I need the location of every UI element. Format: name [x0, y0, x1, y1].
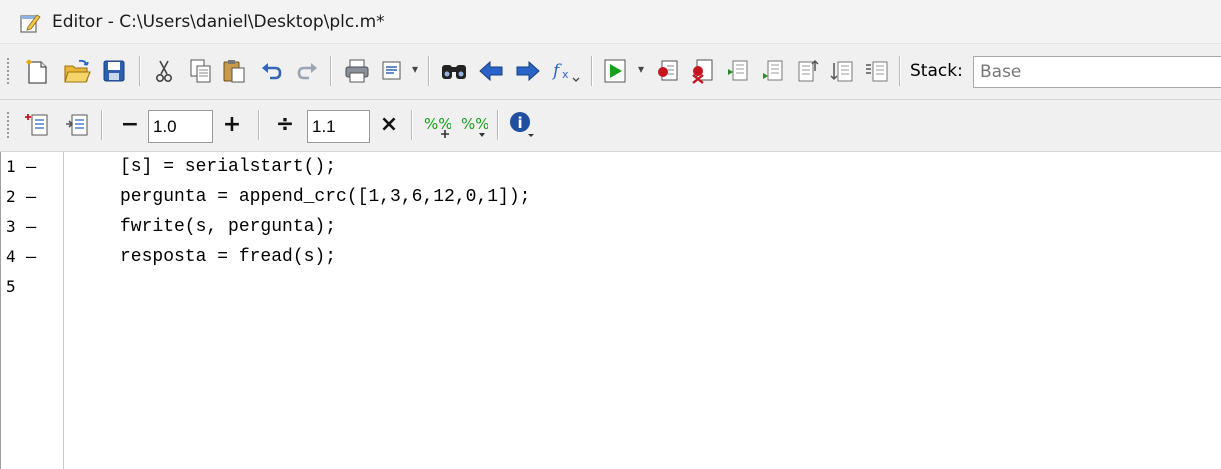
decrement-button[interactable]: −	[118, 112, 142, 138]
toolbar-separator	[411, 110, 413, 140]
toolbar-separator	[139, 56, 141, 86]
comment-icon[interactable]	[381, 59, 405, 83]
divide-button[interactable]: ÷	[273, 112, 297, 138]
function-icon[interactable]: f x	[551, 56, 581, 86]
svg-text:%%: %%	[424, 115, 451, 133]
svg-text:f: f	[551, 61, 562, 81]
run-dropdown-icon[interactable]: ▾	[638, 62, 644, 76]
svg-text:%%: %%	[461, 115, 488, 133]
insert-cell-divider-icon[interactable]: %%	[423, 112, 451, 140]
cell-toolbar: − 1.0 + ÷ 1.1 × %% %% i	[0, 100, 1221, 152]
line-number: 2	[6, 187, 16, 206]
window-title: Editor - C:\Users\daniel\Desktop\plc.m*	[52, 12, 385, 32]
stack-select[interactable]: Base	[973, 56, 1221, 88]
breakpoint-dash[interactable]: —	[26, 182, 36, 212]
code-editor[interactable]: 1 — [s] = serialstart(); 2 — pergunta = …	[0, 152, 1221, 469]
print-icon[interactable]	[344, 58, 370, 84]
evaluate-cell-icon[interactable]	[24, 112, 50, 138]
insert-cell-divider-menu-icon[interactable]: %%	[460, 112, 488, 140]
edit-document-icon	[20, 14, 41, 33]
code-line[interactable]: [s] = serialstart();	[120, 152, 336, 182]
line-number: 4	[6, 247, 16, 266]
save-icon[interactable]	[102, 59, 126, 83]
line-number: 5	[6, 277, 16, 296]
toolbar-separator	[591, 56, 593, 86]
cut-icon[interactable]	[153, 59, 175, 83]
run-icon[interactable]	[603, 58, 629, 84]
breakpoint-dash[interactable]: —	[26, 152, 36, 182]
exit-debug-icon[interactable]	[864, 59, 890, 83]
set-breakpoint-icon[interactable]	[656, 59, 680, 83]
toolbar-separator	[428, 56, 430, 86]
toolbar-grip[interactable]	[7, 112, 12, 138]
svg-text:i: i	[518, 114, 523, 132]
editor-title-bar: Editor - C:\Users\daniel\Desktop\plc.m*	[0, 0, 1221, 44]
new-file-icon[interactable]	[24, 58, 50, 86]
toolbar-separator	[258, 110, 260, 140]
copy-icon[interactable]	[189, 58, 213, 84]
toolbar-grip[interactable]	[7, 58, 12, 84]
code-line[interactable]: resposta = fread(s);	[120, 242, 336, 272]
toolbar-separator	[101, 110, 103, 140]
breakpoint-dash[interactable]: —	[26, 242, 36, 272]
info-icon[interactable]: i	[508, 110, 536, 140]
multiply-button[interactable]: ×	[377, 112, 401, 138]
code-line[interactable]: pergunta = append_crc([1,3,6,12,0,1]);	[120, 182, 530, 212]
add-value-field[interactable]: 1.0	[148, 110, 213, 143]
line-number: 3	[6, 217, 16, 236]
stack-label: Stack:	[910, 61, 963, 81]
paste-icon[interactable]	[222, 58, 246, 84]
toolbar-separator	[497, 110, 499, 140]
main-toolbar: ▾ f x ▾ Stack: Base	[0, 44, 1221, 100]
redo-icon[interactable]	[296, 60, 318, 82]
toolbar-separator	[899, 56, 901, 86]
clear-breakpoints-icon[interactable]	[690, 58, 716, 84]
increment-button[interactable]: +	[220, 112, 244, 138]
find-icon[interactable]	[440, 59, 468, 83]
continue-icon[interactable]	[830, 59, 854, 83]
back-arrow-icon[interactable]	[478, 59, 504, 83]
open-folder-icon[interactable]	[63, 58, 91, 86]
code-line[interactable]: fwrite(s, pergunta);	[120, 212, 336, 242]
comment-dropdown-icon[interactable]: ▾	[412, 62, 418, 76]
line-number: 1	[6, 157, 16, 176]
undo-icon[interactable]	[261, 60, 283, 82]
toolbar-separator	[330, 56, 332, 86]
forward-arrow-icon[interactable]	[515, 59, 541, 83]
breakpoint-dash[interactable]: —	[26, 212, 36, 242]
multiply-value-field[interactable]: 1.1	[307, 110, 370, 143]
step-in-icon[interactable]	[761, 59, 785, 83]
step-icon[interactable]	[726, 59, 750, 83]
step-out-icon[interactable]	[795, 59, 819, 83]
svg-text:x: x	[562, 68, 569, 81]
evaluate-cell-advance-icon[interactable]	[64, 112, 90, 138]
